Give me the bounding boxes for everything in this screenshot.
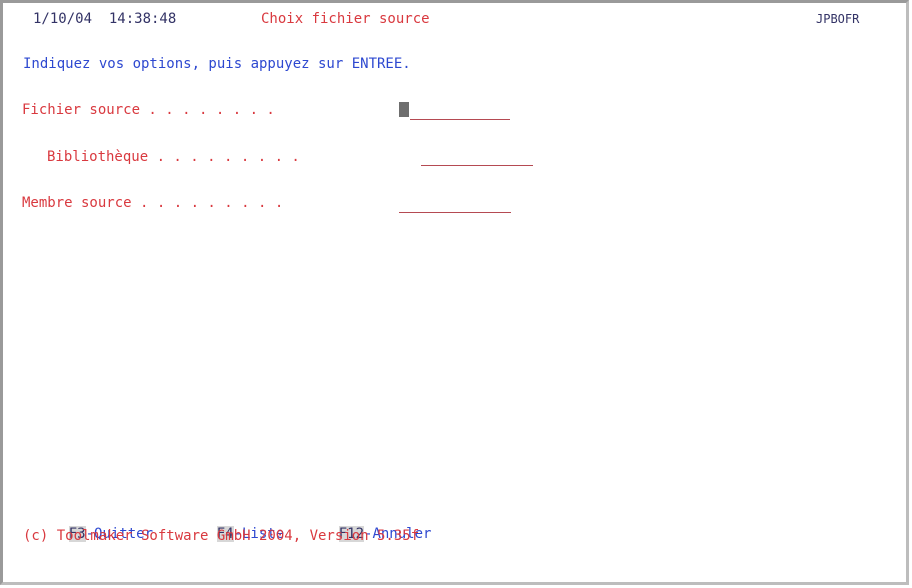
- header-datetime: 1/10/04 14:38:48: [33, 11, 177, 27]
- bibliotheque-label: Bibliothèque . . . . . . . . .: [47, 149, 300, 165]
- copyright-text: (c) Toolmaker Software GmbH 2004, Versio…: [23, 528, 420, 544]
- text-cursor: [399, 102, 409, 117]
- fichier-source-input[interactable]: [410, 104, 510, 120]
- terminal-screen: 1/10/04 14:38:48 Choix fichier source JP…: [0, 0, 909, 585]
- screen-title: Choix fichier source: [261, 11, 430, 27]
- instruction-text: Indiquez vos options, puis appuyez sur E…: [23, 56, 411, 72]
- membre-source-input[interactable]: [399, 197, 511, 213]
- membre-source-label: Membre source . . . . . . . . .: [22, 195, 284, 211]
- fichier-source-label: Fichier source . . . . . . . .: [22, 102, 275, 118]
- bibliotheque-input[interactable]: [421, 150, 533, 166]
- program-id: JPBOFR: [816, 12, 860, 26]
